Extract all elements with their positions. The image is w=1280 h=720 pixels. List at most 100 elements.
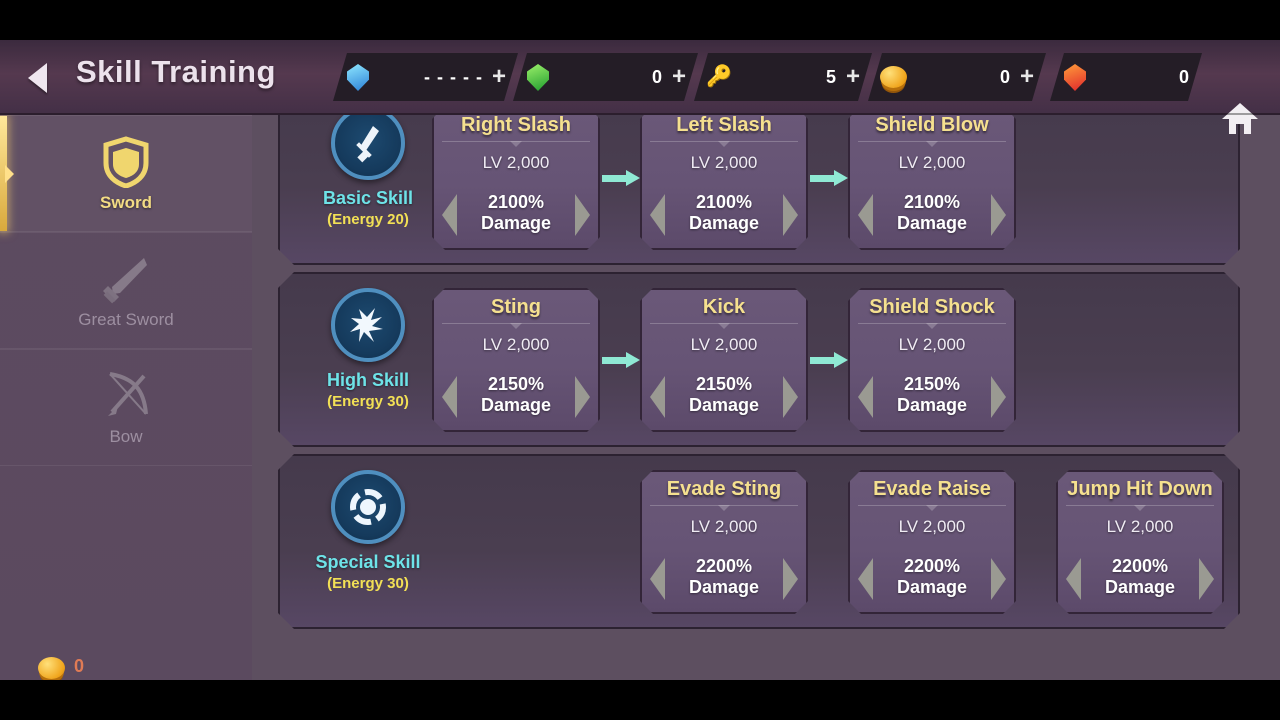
- page-title: Skill Training: [76, 54, 276, 90]
- skill-card[interactable]: Kick LV 2,000 2150% Damage: [640, 288, 808, 432]
- red-gem-icon: [1058, 60, 1092, 94]
- skill-name: Kick: [642, 296, 806, 319]
- home-button[interactable]: [1218, 98, 1262, 138]
- currency-value: 0: [555, 67, 663, 88]
- damage-value: 2200%: [1112, 556, 1168, 576]
- currency-add-button[interactable]: +: [492, 65, 506, 89]
- currency-red-ruby[interactable]: 0: [1050, 53, 1202, 101]
- increment-arrow-icon[interactable]: [783, 558, 798, 600]
- decrement-arrow-icon[interactable]: [650, 194, 665, 236]
- name-divider: [442, 320, 590, 329]
- category-name: Basic Skill: [298, 188, 438, 209]
- skill-card[interactable]: Right Slash LV 2,000 2100% Damage: [432, 106, 600, 250]
- damage-value: 2150%: [696, 374, 752, 394]
- skill-card[interactable]: Left Slash LV 2,000 2100% Damage: [640, 106, 808, 250]
- increment-arrow-icon[interactable]: [991, 558, 1006, 600]
- sidebar-item-label: Bow: [109, 427, 142, 447]
- increment-arrow-icon[interactable]: [991, 194, 1006, 236]
- blue-gem-icon: [341, 60, 375, 94]
- increment-arrow-icon[interactable]: [1199, 558, 1214, 600]
- coin-icon: [34, 651, 68, 680]
- damage-label: Damage: [1105, 577, 1175, 597]
- impact-icon[interactable]: [331, 288, 405, 362]
- damage-value: 2150%: [488, 374, 544, 394]
- currency-green-gem[interactable]: 0 +: [513, 53, 698, 101]
- increment-arrow-icon[interactable]: [575, 376, 590, 418]
- currency-key[interactable]: 🔑 5 +: [694, 53, 872, 101]
- damage-label: Damage: [897, 577, 967, 597]
- damage-label: Damage: [689, 395, 759, 415]
- skill-card[interactable]: Sting LV 2,000 2150% Damage: [432, 288, 600, 432]
- damage-label: Damage: [481, 213, 551, 233]
- skill-level: LV 2,000: [850, 517, 1014, 537]
- flow-arrow-icon: [810, 170, 848, 186]
- category-name: High Skill: [298, 370, 438, 391]
- currency-value: 5: [736, 67, 837, 88]
- damage-value: 2100%: [488, 192, 544, 212]
- back-arrow-icon: [28, 63, 47, 93]
- decrement-arrow-icon[interactable]: [650, 558, 665, 600]
- sidebar-item-great-sword[interactable]: Great Sword: [0, 232, 252, 349]
- decrement-arrow-icon[interactable]: [650, 376, 665, 418]
- skill-row-high: High Skill (Energy 30) Sting LV 2,000 21…: [278, 272, 1240, 447]
- currency-add-button[interactable]: +: [672, 65, 686, 89]
- decrement-arrow-icon[interactable]: [858, 558, 873, 600]
- currency-value: 0: [910, 67, 1011, 88]
- increment-arrow-icon[interactable]: [991, 376, 1006, 418]
- damage-label: Damage: [689, 213, 759, 233]
- currency-value: - - - - -: [375, 67, 483, 88]
- ring-target-icon[interactable]: [331, 470, 405, 544]
- skill-card[interactable]: Evade Sting LV 2,000 2200% Damage: [640, 470, 808, 614]
- skill-level: LV 2,000: [434, 335, 598, 355]
- currency-add-button[interactable]: +: [1020, 65, 1034, 89]
- increment-arrow-icon[interactable]: [783, 376, 798, 418]
- skill-row-special: Special Skill (Energy 30) Evade Sting LV…: [278, 454, 1240, 629]
- skill-card[interactable]: Evade Raise LV 2,000 2200% Damage: [848, 470, 1016, 614]
- skill-name: Evade Raise: [850, 478, 1014, 501]
- currency-coin[interactable]: 0 +: [868, 53, 1046, 101]
- name-divider: [1066, 502, 1214, 511]
- increment-arrow-icon[interactable]: [575, 194, 590, 236]
- skill-name: Shield Shock: [850, 296, 1014, 319]
- skill-level: LV 2,000: [850, 153, 1014, 173]
- skill-category-high[interactable]: High Skill (Energy 30): [298, 288, 438, 410]
- stage: Skill Training - - - - - + 0 + 🔑 5 + 0 +…: [0, 40, 1280, 680]
- skill-level: LV 2,000: [642, 335, 806, 355]
- skill-category-special[interactable]: Special Skill (Energy 30): [298, 470, 438, 592]
- skill-category-basic[interactable]: Basic Skill (Energy 20): [298, 106, 438, 228]
- flow-arrow-icon: [602, 170, 640, 186]
- damage-label: Damage: [481, 395, 551, 415]
- sidebar-item-label: Sword: [100, 193, 152, 213]
- currency-blue-crystal[interactable]: - - - - - +: [333, 53, 518, 101]
- decrement-arrow-icon[interactable]: [442, 376, 457, 418]
- name-divider: [650, 320, 798, 329]
- sidebar-item-bow[interactable]: Bow: [0, 349, 252, 466]
- decrement-arrow-icon[interactable]: [858, 194, 873, 236]
- back-button[interactable]: [20, 58, 60, 98]
- skill-damage: 2200% Damage: [850, 556, 1014, 598]
- skill-damage: 2150% Damage: [850, 374, 1014, 416]
- skill-card[interactable]: Shield Shock LV 2,000 2150% Damage: [848, 288, 1016, 432]
- skill-name: Shield Blow: [850, 114, 1014, 137]
- decrement-arrow-icon[interactable]: [1066, 558, 1081, 600]
- sword-icon[interactable]: [331, 106, 405, 180]
- game-screen: Skill Training - - - - - + 0 + 🔑 5 + 0 +…: [0, 0, 1280, 720]
- sidebar-item-sword[interactable]: Sword: [0, 115, 252, 232]
- currency-add-button[interactable]: +: [846, 65, 860, 89]
- damage-label: Damage: [689, 577, 759, 597]
- decrement-arrow-icon[interactable]: [442, 194, 457, 236]
- flow-arrow-icon: [810, 352, 848, 368]
- skill-damage: 2200% Damage: [1058, 556, 1222, 598]
- skill-level: LV 2,000: [642, 517, 806, 537]
- increment-arrow-icon[interactable]: [783, 194, 798, 236]
- decrement-arrow-icon[interactable]: [858, 376, 873, 418]
- skill-card[interactable]: Shield Blow LV 2,000 2100% Damage: [848, 106, 1016, 250]
- bow-icon: [100, 368, 152, 424]
- skill-name: Evade Sting: [642, 478, 806, 501]
- skill-damage: 2100% Damage: [642, 192, 806, 234]
- skill-damage: 2100% Damage: [850, 192, 1014, 234]
- skill-name: Jump Hit Down: [1058, 478, 1222, 501]
- skill-card[interactable]: Jump Hit Down LV 2,000 2200% Damage: [1056, 470, 1224, 614]
- coin-icon: [876, 60, 910, 94]
- name-divider: [858, 502, 1006, 511]
